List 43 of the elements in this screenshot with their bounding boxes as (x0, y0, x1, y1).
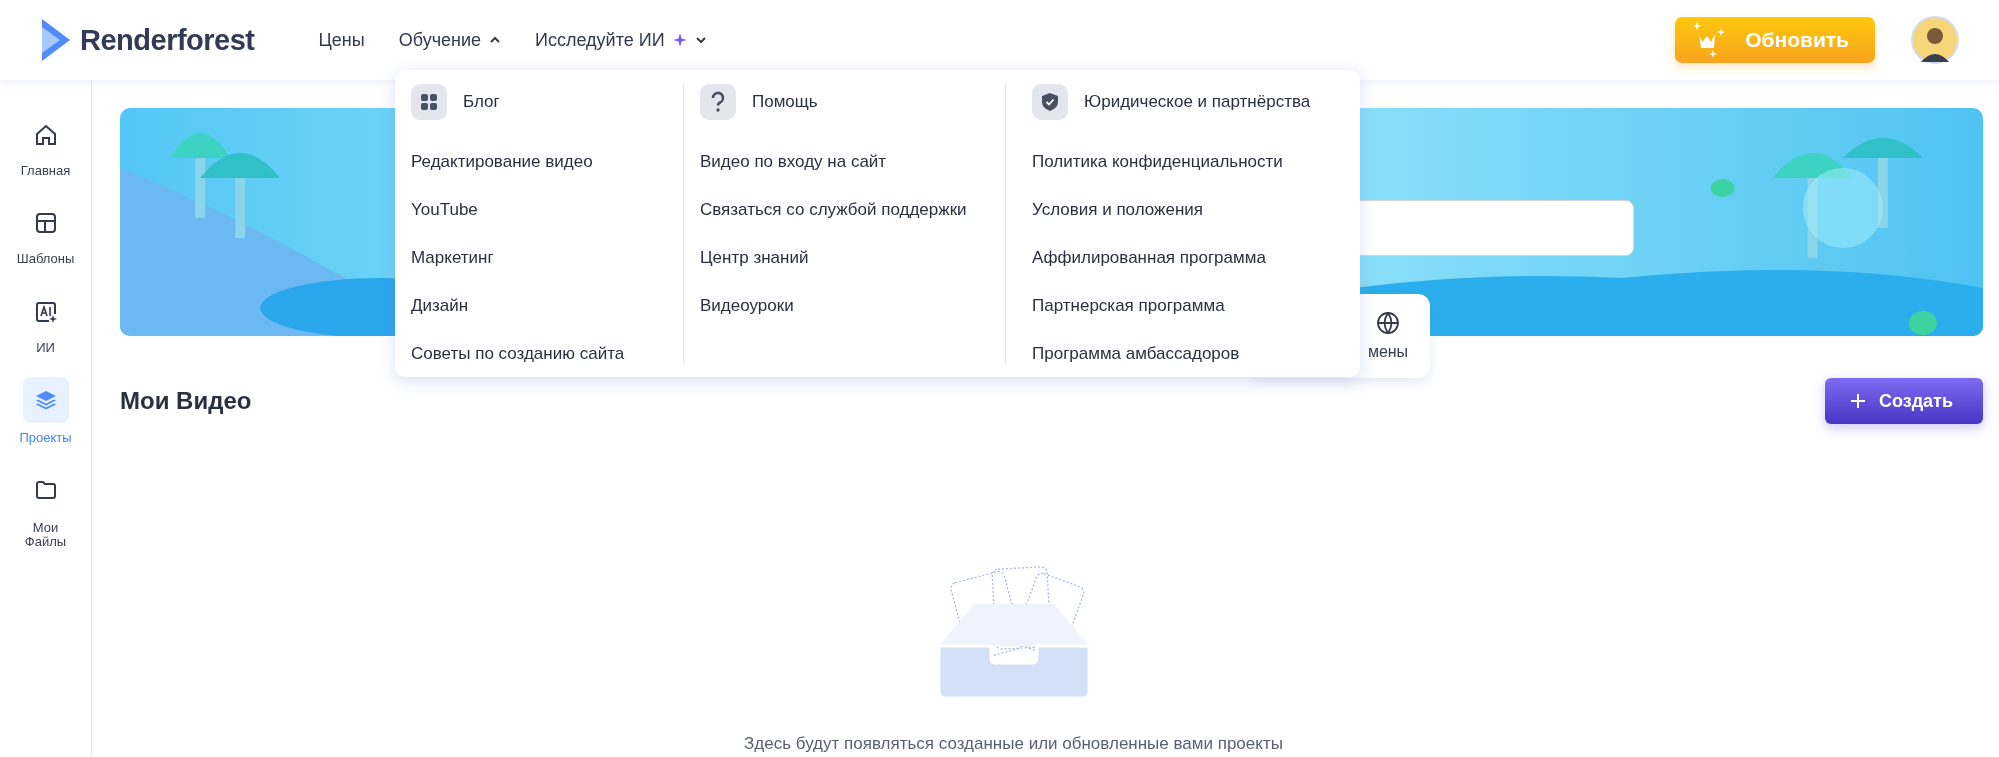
grid-icon (411, 84, 447, 120)
menu-link[interactable]: Видео по входу на сайт (700, 152, 989, 172)
menu-link[interactable]: Дизайн (411, 296, 667, 316)
plus-icon (1848, 392, 1867, 410)
shield-icon (1032, 84, 1068, 120)
menu-link[interactable]: Условия и положения (1032, 200, 1311, 220)
ai-icon (33, 299, 58, 324)
menu-link[interactable]: Программа амбассадоров (1032, 344, 1311, 364)
sidebar-item[interactable]: ИИ (2, 288, 89, 355)
layout-icon (33, 211, 58, 236)
menu-link[interactable]: Центр знаний (700, 248, 989, 268)
empty-message: Здесь будут появляться созданные или обновленные вами проекты (744, 734, 1283, 754)
menu-link[interactable]: Аффилированная программа (1032, 248, 1311, 268)
menu-link[interactable]: Видеоуроки (700, 296, 989, 316)
chevron-up-icon[interactable] (489, 36, 502, 44)
sidebar-item[interactable]: Проекты (2, 376, 89, 446)
menu-link[interactable]: Партнерская программа (1032, 296, 1311, 316)
sidebar-item[interactable]: Главная (2, 112, 89, 179)
menu-link[interactable]: Советы по созданию сайта (411, 344, 667, 364)
menu-link[interactable]: Связаться со службой поддержки (700, 200, 989, 220)
menu-heading[interactable]: Блог (463, 92, 500, 112)
card-label: мены (1367, 343, 1409, 361)
nav-link[interactable]: Исследуйте ИИ (535, 29, 707, 51)
menu-link[interactable]: Политика конфиденциальности (1032, 152, 1311, 172)
nav-link[interactable]: Обучение (398, 29, 502, 51)
globe-icon (1376, 311, 1400, 335)
menu-link[interactable]: Редактирование видео (411, 152, 667, 172)
menu-link[interactable]: YouTube (411, 200, 667, 220)
menu-heading[interactable]: Помощь (752, 92, 818, 112)
avatar[interactable] (1911, 16, 1959, 64)
chevron-down-icon[interactable] (694, 36, 707, 44)
sidebar-item[interactable]: Мои Файлы (2, 467, 89, 550)
logo-text[interactable]: Renderforest (80, 23, 255, 57)
create-button[interactable]: Создать (1824, 378, 1983, 424)
sidebar-item[interactable]: Шаблоны (2, 200, 89, 267)
sparkle-icon (672, 33, 687, 47)
logo-icon (40, 17, 72, 63)
home-icon (33, 123, 58, 147)
nav-link[interactable]: Цены (318, 29, 365, 51)
question-icon (700, 84, 736, 120)
menu-link[interactable]: Маркетинг (411, 248, 667, 268)
section-title: Мои Видео (120, 387, 252, 415)
menu-heading[interactable]: Юридическое и партнёрства (1084, 92, 1311, 112)
